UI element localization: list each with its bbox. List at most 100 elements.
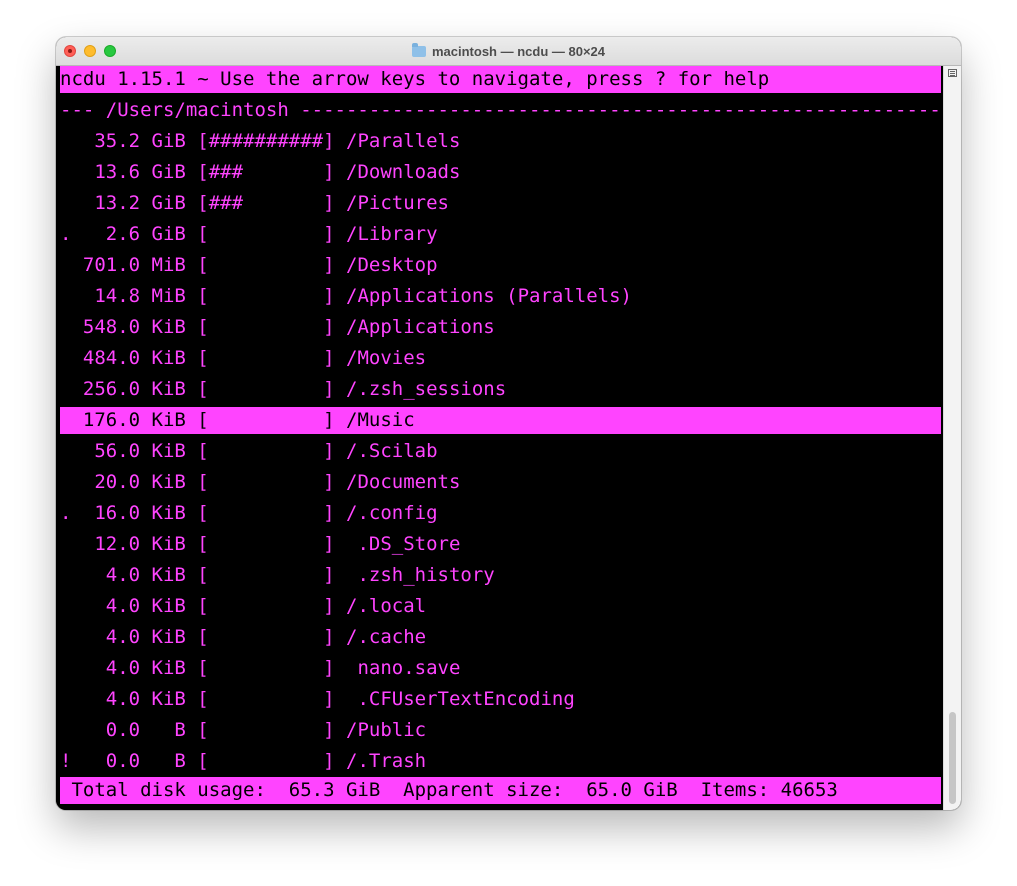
list-item[interactable]: . 16.0 KiB [ ] /.config (60, 500, 438, 527)
item-size: 4.0 KiB (71, 595, 186, 617)
item-size: 13.2 GiB (71, 192, 186, 214)
item-name: .CFUserTextEncoding (346, 688, 575, 710)
item-name: /.config (346, 502, 438, 524)
folder-icon (411, 42, 426, 57)
item-usage-bar (209, 440, 323, 462)
item-size: 176.0 KiB (71, 409, 186, 431)
list-item[interactable]: 14.8 MiB [ ] /Applications (Parallels) (60, 283, 632, 310)
item-size: 4.0 KiB (71, 564, 186, 586)
item-size: 701.0 MiB (71, 254, 186, 276)
item-size: 35.2 GiB (71, 130, 186, 152)
item-flag (60, 254, 71, 276)
item-size: 4.0 KiB (71, 657, 186, 679)
item-flag (60, 564, 71, 586)
terminal-window: macintosh — ncdu — 80×24 ncdu 1.15.1 ~ U… (56, 37, 961, 810)
item-usage-bar (209, 254, 323, 276)
item-name: /Library (346, 223, 438, 245)
item-name: /Music (346, 409, 415, 431)
item-usage-bar (209, 688, 323, 710)
item-name: /Public (346, 719, 427, 741)
list-item[interactable]: 4.0 KiB [ ] .zsh_history (60, 562, 495, 589)
terminal-screen[interactable]: ncdu 1.15.1 ~ Use the arrow keys to navi… (56, 66, 961, 810)
item-name: /.cache (346, 626, 427, 648)
item-usage-bar (209, 285, 323, 307)
list-item[interactable]: 4.0 KiB [ ] .CFUserTextEncoding (60, 686, 575, 713)
item-flag: ! (60, 750, 72, 772)
list-item[interactable]: 4.0 KiB [ ] /.local (60, 593, 426, 620)
item-usage-bar (209, 719, 323, 741)
list-item[interactable]: 20.0 KiB [ ] /Documents (60, 469, 460, 496)
item-flag (60, 285, 71, 307)
item-name: .DS_Store (346, 533, 461, 555)
window-title-wrap: macintosh — ncdu — 80×24 (56, 37, 961, 65)
item-name: /Applications (Parallels) (346, 285, 632, 307)
item-flag (60, 347, 71, 369)
item-size: 0.0 B (71, 750, 186, 772)
list-item[interactable]: 548.0 KiB [ ] /Applications (60, 314, 495, 341)
scrollbar-thumb[interactable] (949, 712, 956, 804)
item-usage-bar (209, 657, 323, 679)
item-size: 484.0 KiB (71, 347, 186, 369)
item-flag (60, 595, 71, 617)
item-flag (60, 378, 71, 400)
item-name: /.zsh_sessions (346, 378, 507, 400)
item-name: /.Scilab (346, 440, 438, 462)
item-usage-bar (209, 502, 323, 524)
item-name: /.local (346, 595, 427, 617)
item-flag (60, 471, 71, 493)
item-size: 14.8 MiB (71, 285, 186, 307)
item-size: 16.0 KiB (71, 502, 186, 524)
selected-list-item[interactable]: 176.0 KiB [ ] /Music (60, 407, 941, 434)
scrollback-menu-icon[interactable] (948, 69, 957, 77)
item-usage-bar (209, 750, 323, 772)
item-flag (60, 409, 71, 431)
item-flag (60, 192, 71, 214)
list-item[interactable]: . 2.6 GiB [ ] /Library (60, 221, 438, 248)
item-size: 20.0 KiB (71, 471, 186, 493)
item-flag (60, 719, 71, 741)
list-item[interactable]: 4.0 KiB [ ] /.cache (60, 624, 426, 651)
list-item[interactable]: 56.0 KiB [ ] /.Scilab (60, 438, 438, 465)
item-size: 13.6 GiB (71, 161, 186, 183)
item-name: /Movies (346, 347, 427, 369)
list-item[interactable]: 4.0 KiB [ ] nano.save (60, 655, 461, 682)
item-name: /Applications (346, 316, 495, 338)
item-size: 256.0 KiB (71, 378, 186, 400)
item-size: 548.0 KiB (71, 316, 186, 338)
item-name: nano.save (346, 657, 461, 679)
list-item[interactable]: 0.0 B [ ] /Public (60, 717, 426, 744)
list-item[interactable]: ! 0.0 B [ ] /.Trash (60, 748, 426, 775)
item-usage-bar (209, 471, 323, 493)
item-size: 4.0 KiB (71, 626, 186, 648)
list-item[interactable]: 13.6 GiB [### ] /Downloads (60, 159, 460, 186)
item-size: 12.0 KiB (71, 533, 186, 555)
item-usage-bar (209, 409, 323, 431)
list-item[interactable]: 701.0 MiB [ ] /Desktop (60, 252, 438, 279)
item-usage-bar: ### (208, 161, 324, 183)
list-item[interactable]: 256.0 KiB [ ] /.zsh_sessions (60, 376, 506, 403)
list-item[interactable]: 12.0 KiB [ ] .DS_Store (60, 531, 460, 558)
item-flag: . (60, 223, 72, 245)
item-usage-bar (209, 626, 323, 648)
item-name: /.Trash (346, 750, 427, 772)
scrollbar-track[interactable] (943, 66, 961, 810)
item-flag (60, 688, 71, 710)
item-size: 4.0 KiB (71, 688, 186, 710)
item-name: /Documents (346, 471, 461, 493)
item-flag: . (60, 502, 72, 524)
item-name: /Desktop (346, 254, 438, 276)
list-item[interactable]: 13.2 GiB [### ] /Pictures (60, 190, 449, 217)
item-usage-bar (209, 316, 323, 338)
item-name: /Pictures (346, 192, 449, 214)
status-footer-bar: Total disk usage: 65.3 GiB Apparent size… (60, 777, 941, 804)
title-bar[interactable]: macintosh — ncdu — 80×24 (56, 37, 961, 66)
item-flag (60, 316, 71, 338)
list-item[interactable]: 35.2 GiB [##########] /Parallels (60, 128, 460, 155)
item-usage-bar (209, 564, 323, 586)
item-usage-bar (209, 223, 323, 245)
window-title: macintosh — ncdu — 80×24 (431, 43, 606, 59)
ncdu-header-bar: ncdu 1.15.1 ~ Use the arrow keys to navi… (60, 66, 941, 93)
item-usage-bar (209, 347, 323, 369)
list-item[interactable]: 484.0 KiB [ ] /Movies (60, 345, 426, 372)
item-usage-bar: ### (208, 192, 324, 214)
